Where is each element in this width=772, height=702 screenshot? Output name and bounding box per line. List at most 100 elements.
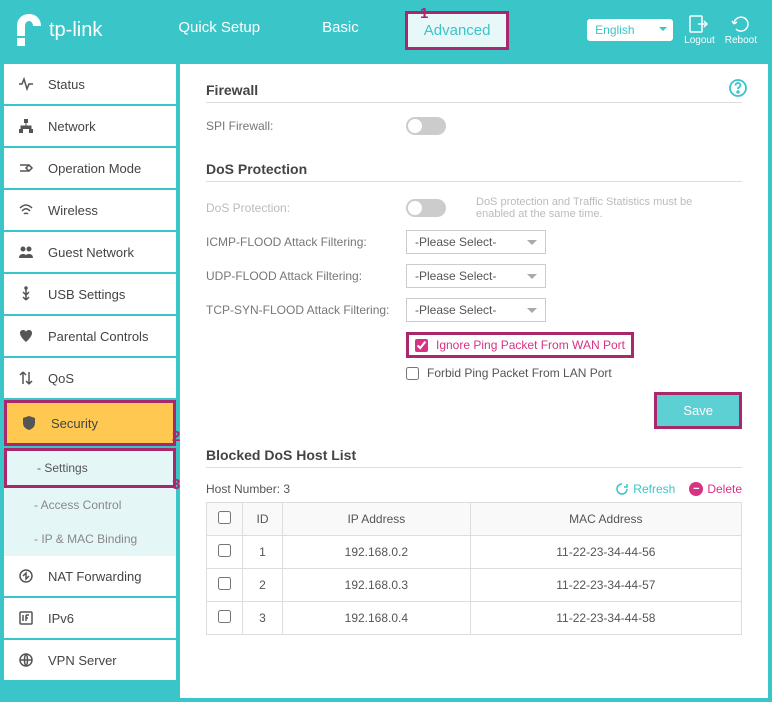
cell-id: 1 — [243, 536, 283, 569]
sidebar-item-usb-settings[interactable]: USB Settings — [4, 274, 176, 314]
vpn-icon — [18, 652, 34, 668]
shield-icon — [21, 415, 37, 431]
sidebar-label: USB Settings — [48, 287, 125, 302]
reboot-label: Reboot — [725, 35, 757, 46]
table-row: 1192.168.0.211-22-23-34-44-56 — [207, 536, 742, 569]
language-select[interactable]: English — [586, 18, 674, 42]
blocked-title: Blocked DoS Host List — [206, 447, 742, 463]
sidebar-label: Operation Mode — [48, 161, 141, 176]
select-all-checkbox[interactable] — [218, 511, 231, 524]
brand-text: tp-link — [49, 19, 102, 42]
sidebar-label: Wireless — [48, 203, 98, 218]
nat-icon — [18, 568, 34, 584]
sidebar-item-operation-mode[interactable]: Operation Mode — [4, 148, 176, 188]
sidebar-label: Status — [48, 77, 85, 92]
dos-protection-label: DoS Protection: — [206, 201, 406, 215]
ignore-wan-label: Ignore Ping Packet From WAN Port — [436, 338, 625, 352]
cell-mac: 11-22-23-34-44-58 — [470, 602, 741, 635]
row-checkbox[interactable] — [218, 544, 231, 557]
help-button[interactable] — [728, 78, 748, 101]
sidebar-item-parental-controls[interactable]: Parental Controls — [4, 316, 176, 356]
reboot-button[interactable]: Reboot — [725, 15, 757, 46]
sidebar-label: IPv6 — [48, 611, 74, 626]
cell-ip: 192.168.0.2 — [283, 536, 471, 569]
reboot-icon — [731, 15, 751, 33]
pulse-icon — [18, 76, 34, 92]
refresh-icon — [615, 482, 629, 496]
sidebar-label: Guest Network — [48, 245, 134, 260]
submenu-ip-mac-binding[interactable]: IP & MAC Binding — [4, 522, 176, 556]
logout-button[interactable]: Logout — [684, 15, 715, 46]
forbid-lan-row[interactable]: Forbid Ping Packet From LAN Port — [406, 366, 742, 380]
sidebar-item-ipv6[interactable]: IPv6 — [4, 598, 176, 638]
cell-id: 3 — [243, 602, 283, 635]
col-id: ID — [243, 503, 283, 536]
sidebar-label: VPN Server — [48, 653, 117, 668]
ipv6-icon — [18, 610, 34, 626]
cell-ip: 192.168.0.3 — [283, 569, 471, 602]
delete-button[interactable]: − Delete — [689, 482, 742, 496]
sidebar-item-network[interactable]: Network — [4, 106, 176, 146]
udp-label: UDP-FLOOD Attack Filtering: — [206, 269, 406, 283]
cell-id: 2 — [243, 569, 283, 602]
sidebar: Status Network Operation Mode Wireless G… — [0, 60, 180, 702]
header-right: English Logout Reboot — [586, 15, 757, 46]
network-icon — [18, 118, 34, 134]
tab-quick-setup[interactable]: Quick Setup — [162, 11, 276, 50]
wireless-icon — [18, 202, 34, 218]
annotation-1: 1 — [420, 5, 428, 22]
tab-basic[interactable]: Basic — [306, 11, 375, 50]
divider — [206, 181, 742, 182]
logo: tp-link — [15, 14, 102, 46]
sidebar-item-guest-network[interactable]: Guest Network — [4, 232, 176, 272]
divider — [206, 467, 742, 468]
content-panel: Firewall SPI Firewall: DoS Protection Do… — [180, 64, 768, 698]
tp-link-logo-icon — [15, 14, 43, 46]
delete-label: Delete — [707, 482, 742, 496]
submenu-access-control[interactable]: Access Control — [4, 488, 176, 522]
guest-icon — [18, 244, 34, 260]
host-number-label: Host Number: — [206, 482, 280, 496]
table-row: 2192.168.0.311-22-23-34-44-57 — [207, 569, 742, 602]
dos-protection-toggle[interactable] — [406, 199, 446, 217]
logout-icon — [689, 15, 709, 33]
tcp-select[interactable]: -Please Select- — [406, 298, 546, 322]
refresh-label: Refresh — [633, 482, 675, 496]
dos-title: DoS Protection — [206, 161, 742, 177]
sidebar-item-wireless[interactable]: Wireless — [4, 190, 176, 230]
blocked-hosts-table: ID IP Address MAC Address 1192.168.0.211… — [206, 502, 742, 635]
host-number-value: 3 — [283, 482, 290, 496]
icmp-select[interactable]: -Please Select- — [406, 230, 546, 254]
ignore-wan-row[interactable]: Ignore Ping Packet From WAN Port — [406, 332, 634, 358]
divider — [206, 102, 742, 103]
qos-icon — [18, 370, 34, 386]
help-icon — [728, 78, 748, 98]
header: tp-link Quick Setup Basic Advanced Engli… — [0, 0, 772, 60]
udp-select[interactable]: -Please Select- — [406, 264, 546, 288]
forbid-lan-checkbox[interactable] — [406, 367, 419, 380]
submenu-settings[interactable]: Settings — [4, 448, 176, 488]
row-checkbox[interactable] — [218, 610, 231, 623]
sidebar-item-nat-forwarding[interactable]: NAT Forwarding — [4, 556, 176, 596]
icmp-label: ICMP-FLOOD Attack Filtering: — [206, 235, 406, 249]
refresh-button[interactable]: Refresh — [615, 482, 675, 496]
forbid-lan-label: Forbid Ping Packet From LAN Port — [427, 366, 612, 380]
sidebar-item-security[interactable]: Security — [4, 400, 176, 446]
sidebar-label: QoS — [48, 371, 74, 386]
spi-firewall-toggle[interactable] — [406, 117, 446, 135]
dos-note: DoS protection and Traffic Statistics mu… — [476, 196, 706, 220]
row-checkbox[interactable] — [218, 577, 231, 590]
sidebar-item-vpn-server[interactable]: VPN Server — [4, 640, 176, 680]
sidebar-label: Network — [48, 119, 96, 134]
sidebar-item-qos[interactable]: QoS — [4, 358, 176, 398]
sidebar-label: Security — [51, 416, 98, 431]
tcp-label: TCP-SYN-FLOOD Attack Filtering: — [206, 303, 406, 317]
save-button[interactable]: Save — [654, 392, 742, 429]
sidebar-item-status[interactable]: Status — [4, 64, 176, 104]
sidebar-label: NAT Forwarding — [48, 569, 141, 584]
heart-icon — [18, 328, 34, 344]
ignore-wan-checkbox[interactable] — [415, 339, 428, 352]
col-mac: MAC Address — [470, 503, 741, 536]
mode-icon — [18, 160, 34, 176]
nav-tabs: Quick Setup Basic Advanced — [162, 11, 509, 50]
